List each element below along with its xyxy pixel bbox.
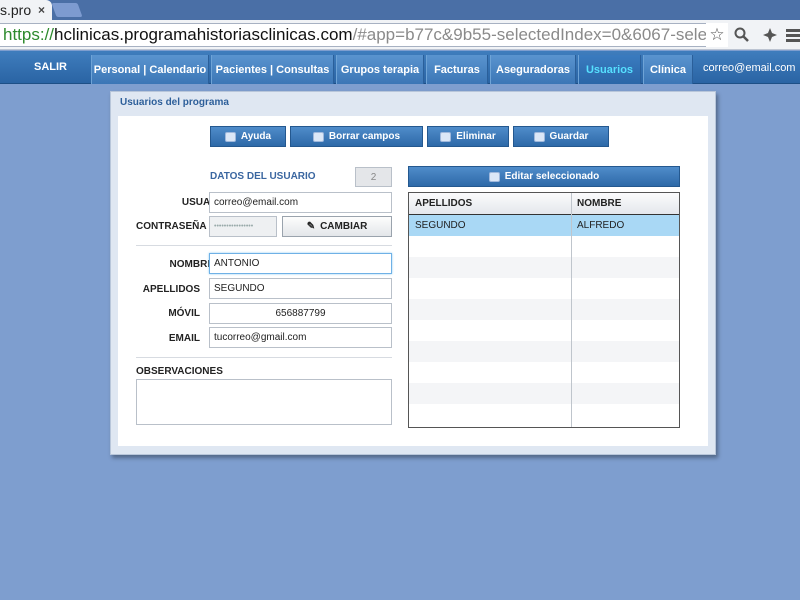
password-label: CONTRASEÑA: [136, 221, 207, 232]
help-button[interactable]: Ayuda: [210, 126, 286, 147]
movil-label: MÓVIL: [168, 308, 200, 319]
clear-fields-button-label: Borrar campos: [328, 131, 401, 142]
clear-fields-button[interactable]: Borrar campos: [290, 126, 423, 147]
table-row-empty: [409, 278, 679, 299]
change-password-button[interactable]: ✎ CAMBIAR: [282, 216, 392, 237]
nav-personal-calendario[interactable]: Personal | Calendario: [91, 55, 209, 84]
magnifier-icon[interactable]: [732, 25, 752, 45]
clear-icon: [312, 131, 324, 142]
nombre-field[interactable]: ANTONIO: [209, 253, 392, 274]
divider: [136, 357, 392, 358]
table-row-empty: [409, 320, 679, 341]
nav-aseguradoras[interactable]: Aseguradoras: [490, 55, 576, 84]
column-header-apellidos[interactable]: APELLIDOS: [415, 198, 472, 209]
edit-icon: [488, 171, 500, 182]
observaciones-textarea[interactable]: [136, 379, 392, 425]
table-row-empty: [409, 236, 679, 257]
user-data-heading: DATOS DEL USUARIO: [210, 171, 316, 182]
bookmark-star-icon[interactable]: ☆: [706, 23, 728, 47]
save-button[interactable]: Guardar: [513, 126, 609, 147]
url-path: /#app=b77c&9b55-selectedIndex=0&6067-sel…: [352, 25, 728, 44]
app-navigation: SALIR Personal | Calendario Pacientes | …: [0, 51, 800, 84]
panel-title: Usuarios del programa: [120, 97, 229, 108]
movil-field[interactable]: 656887799: [209, 303, 392, 324]
url-host: hclinicas.programahistoriasclinicas.com: [54, 25, 353, 44]
nav-pacientes-consultas[interactable]: Pacientes | Consultas: [211, 55, 334, 84]
nombre-label: NOMBRE: [169, 259, 214, 270]
settings-menu-icon[interactable]: [783, 25, 800, 45]
close-icon[interactable]: ×: [38, 3, 45, 17]
table-row[interactable]: SEGUNDO ALFREDO: [409, 215, 679, 236]
url-scheme: https://: [3, 25, 55, 44]
column-divider: [571, 193, 572, 427]
delete-button-label: Eliminar: [456, 131, 496, 142]
browser-tab-bar: s.pro ×: [0, 0, 800, 20]
users-panel: Usuarios del programa Ayuda Borrar campo…: [110, 91, 716, 455]
browser-toolbar: https:// hclinicas.programahistoriasclin…: [0, 20, 800, 50]
table-header: APELLIDOS NOMBRE: [409, 193, 679, 215]
cell-apellidos: SEGUNDO: [415, 220, 466, 231]
table-row-empty: [409, 404, 679, 425]
save-icon: [533, 131, 545, 142]
apellidos-label: APELLIDOS: [142, 284, 200, 295]
user-id-field: 2: [355, 167, 392, 187]
divider: [136, 245, 392, 246]
users-table[interactable]: APELLIDOS NOMBRE SEGUNDO ALFREDO: [408, 192, 680, 428]
browser-tab[interactable]: s.pro ×: [0, 0, 52, 20]
email-label: EMAIL: [168, 333, 200, 344]
nav-usuarios[interactable]: Usuarios: [578, 55, 641, 84]
new-tab-button[interactable]: [51, 3, 83, 17]
table-row-empty: [409, 341, 679, 362]
extension-icon[interactable]: [760, 25, 780, 45]
logout-link[interactable]: SALIR: [34, 61, 67, 73]
usuario-field[interactable]: correo@email.com: [209, 192, 392, 213]
delete-icon: [440, 131, 452, 142]
address-bar[interactable]: https:// hclinicas.programahistoriasclin…: [0, 23, 728, 47]
save-button-label: Guardar: [549, 131, 589, 142]
table-row-empty: [409, 257, 679, 278]
column-header-nombre[interactable]: NOMBRE: [577, 198, 621, 209]
nav-grupos-terapia[interactable]: Grupos terapia: [336, 55, 424, 84]
table-row-empty: [409, 362, 679, 383]
help-button-label: Ayuda: [240, 131, 272, 142]
pencil-icon: ✎: [306, 221, 316, 232]
panel-content: Ayuda Borrar campos Eliminar Guardar DAT…: [118, 116, 708, 446]
email-field[interactable]: tucorreo@gmail.com: [209, 327, 392, 348]
browser-tab-title: s.pro: [0, 2, 32, 18]
cell-nombre: ALFREDO: [577, 220, 625, 231]
delete-button[interactable]: Eliminar: [427, 126, 509, 147]
user-email: correo@email.com: [703, 62, 796, 74]
apellidos-field[interactable]: SEGUNDO: [209, 278, 392, 299]
password-field[interactable]: ••••••••••••••••: [209, 216, 277, 237]
help-icon: [224, 131, 236, 142]
change-password-label: CAMBIAR: [320, 221, 368, 232]
edit-selected-button[interactable]: Editar seleccionado: [408, 166, 680, 187]
table-row-empty: [409, 383, 679, 404]
table-row-empty: [409, 299, 679, 320]
observaciones-label: OBSERVACIONES: [136, 366, 223, 377]
nav-facturas[interactable]: Facturas: [426, 55, 488, 84]
nav-clinica[interactable]: Clínica: [643, 55, 693, 84]
edit-selected-label: Editar seleccionado: [504, 171, 600, 182]
